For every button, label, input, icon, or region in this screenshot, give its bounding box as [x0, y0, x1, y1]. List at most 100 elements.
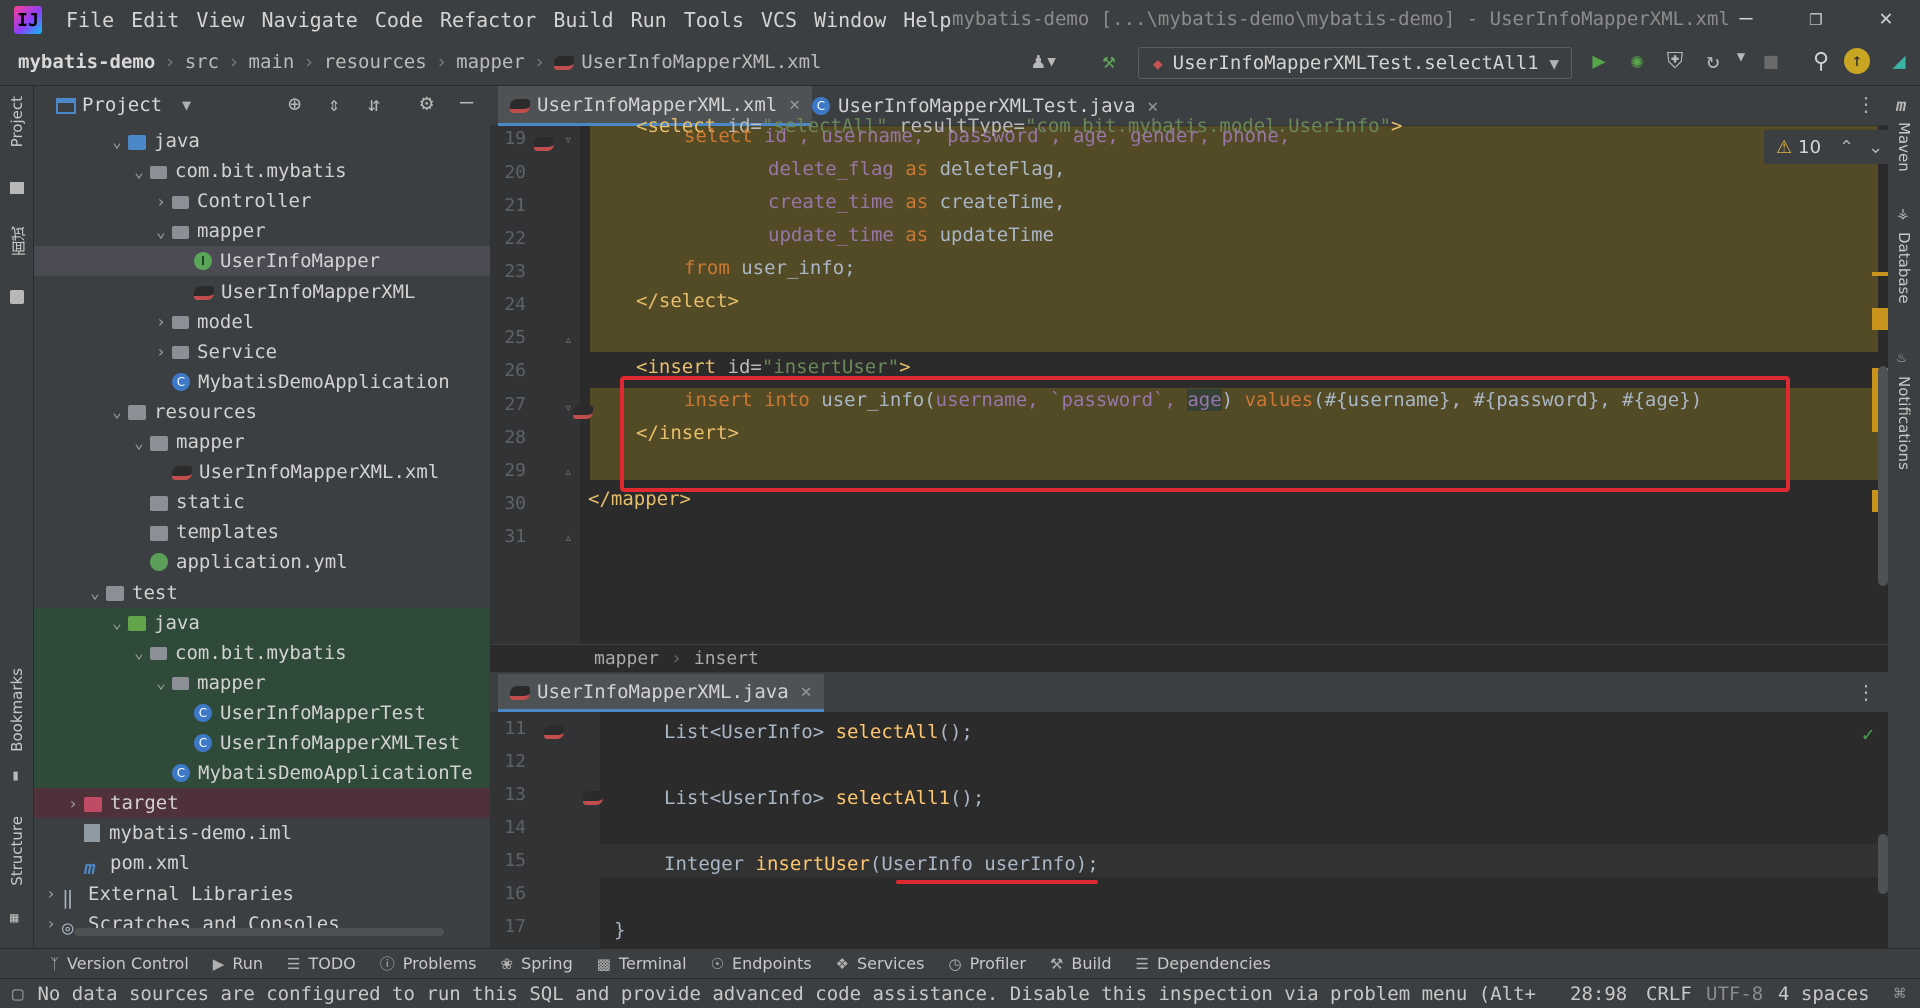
tree-item[interactable]: I UserInfoMapper — [34, 246, 490, 277]
run-icon[interactable]: ▶ — [1584, 49, 1614, 74]
code-line-11[interactable]: List<UserInfo> selectAll(); — [664, 716, 973, 749]
cn-tool-button[interactable]: 面试 — [8, 226, 29, 256]
debug-icon[interactable]: ✺ — [1622, 49, 1652, 74]
tool-build[interactable]: ⚒ Build — [1050, 954, 1112, 973]
close-tab-icon[interactable]: ✕ — [801, 681, 812, 702]
editor-scrollbar[interactable] — [1878, 834, 1888, 894]
tool-run[interactable]: ▶ Run — [213, 954, 263, 973]
previous-problem-icon[interactable]: ⌃ — [1839, 137, 1854, 158]
code-line-22[interactable]: create_time as createTime, — [768, 186, 1065, 219]
menu-help[interactable]: Help — [903, 8, 951, 32]
tool-version-control[interactable]: ᛉ Version Control — [50, 954, 189, 973]
code-line-24[interactable]: from user_info; — [684, 252, 856, 285]
chevron-right-icon[interactable]: › — [40, 884, 62, 903]
chevron-right-icon[interactable]: › — [62, 794, 84, 813]
database-tool-button[interactable]: Database — [1895, 232, 1913, 304]
tree-item[interactable]: ⌄ resources — [34, 397, 490, 427]
more-run-options-icon[interactable]: ▼ — [1726, 49, 1756, 65]
menu-navigate[interactable]: Navigate — [262, 8, 358, 32]
fold-icon[interactable]: ▵ — [564, 464, 572, 480]
tree-item[interactable]: ⌄ com.bit.mybatis — [34, 637, 490, 668]
tool-dependencies[interactable]: ☰ Dependencies — [1136, 954, 1271, 973]
code-line-23[interactable]: update_time as updateTime — [768, 219, 1054, 252]
breadcrumb-main[interactable]: main — [249, 51, 295, 73]
profile-icon[interactable]: ↻ — [1698, 49, 1728, 74]
tool-spring[interactable]: ❀ Spring — [501, 954, 573, 973]
tree-item[interactable]: application.yml — [34, 547, 490, 577]
code-line-15[interactable]: Integer insertUser(UserInfo userInfo); — [664, 848, 1099, 881]
status-panel-icon[interactable]: ▢ — [12, 983, 23, 1005]
tree-item[interactable]: ⌄ mapper — [34, 427, 490, 457]
tree-item[interactable]: m pom.xml — [34, 848, 490, 879]
tool-endpoints[interactable]: ☉ Endpoints — [711, 954, 812, 973]
more-options-icon[interactable]: ⋮ — [1856, 92, 1876, 116]
expand-all-icon[interactable]: ⇕ — [328, 92, 340, 116]
menu-refactor[interactable]: Refactor — [440, 8, 536, 32]
tab-userinfomapperxml-java[interactable]: UserInfoMapperXML.java ✕ — [498, 674, 824, 712]
jetbrains-ai-icon[interactable]: ◢ — [1884, 49, 1914, 74]
tree-item[interactable]: C MybatisDemoApplicationTe — [34, 758, 490, 789]
file-encoding[interactable]: UTF-8 — [1706, 983, 1763, 1005]
maven-tool-button[interactable]: Maven — [1895, 122, 1913, 172]
menu-view[interactable]: View — [196, 8, 244, 32]
tool-problems[interactable]: ⓘ Problems — [380, 953, 477, 974]
chevron-down-icon[interactable]: ⌄ — [106, 402, 128, 421]
menu-window[interactable]: Window — [814, 8, 886, 32]
user-icon[interactable]: ♟▾ — [1030, 49, 1060, 74]
close-window-icon[interactable]: ✕ — [1866, 6, 1906, 31]
coverage-icon[interactable]: ⛨ — [1660, 49, 1690, 74]
fold-icon[interactable]: ▿ — [564, 400, 572, 416]
bookmarks-tool-button[interactable]: Bookmarks — [8, 668, 26, 752]
menu-vcs[interactable]: VCS — [761, 8, 797, 32]
tool-terminal[interactable]: ▩ Terminal — [597, 954, 687, 973]
menu-code[interactable]: Code — [375, 8, 423, 32]
tree-item[interactable]: C UserInfoMapperXMLTest — [34, 728, 490, 758]
project-tool-button[interactable]: Project — [8, 96, 26, 147]
tree-item[interactable]: ⌄ mapper — [34, 667, 490, 698]
fold-icon[interactable]: ▵ — [564, 530, 572, 546]
locate-file-icon[interactable]: ⊕ — [288, 92, 301, 117]
code-line-13[interactable]: List<UserInfo> selectAll1(); — [664, 782, 984, 815]
run-configuration-select[interactable]: ◆ UserInfoMapperXMLTest.selectAll1 ▼ — [1138, 47, 1572, 79]
caret-position[interactable]: 28:98 — [1570, 983, 1627, 1005]
inspection-widget[interactable]: ⚠ 10 ⌃ ⌄ — [1764, 130, 1890, 164]
tree-item[interactable]: › Controller — [34, 186, 490, 216]
tree-item[interactable]: static — [34, 487, 490, 517]
tree-item[interactable]: › ‖ External Libraries — [34, 879, 490, 910]
menu-tools[interactable]: Tools — [684, 8, 744, 32]
breadcrumb-mapper[interactable]: mapper — [456, 51, 525, 73]
editor-scrollbar[interactable] — [1878, 366, 1888, 586]
chevron-down-icon[interactable]: ⌄ — [84, 583, 106, 602]
stop-icon[interactable]: ■ — [1756, 49, 1786, 74]
chevron-right-icon[interactable]: › — [150, 342, 172, 361]
collapse-all-icon[interactable]: ⇵ — [368, 92, 380, 116]
breadcrumb-file[interactable]: UserInfoMapperXML.xml — [581, 51, 821, 73]
mybatis-navigate-icon[interactable] — [573, 405, 594, 419]
tree-item[interactable]: UserInfoMapperXML — [34, 277, 490, 307]
chevron-down-icon[interactable]: ⌄ — [106, 132, 128, 151]
chevron-down-icon[interactable]: ⌄ — [106, 613, 128, 632]
tree-item[interactable]: C UserInfoMapperTest — [34, 697, 490, 728]
line-separator[interactable]: CRLF — [1646, 983, 1692, 1005]
project-panel-title[interactable]: Project — [82, 94, 162, 116]
tree-item[interactable]: › Service — [34, 337, 490, 367]
fold-icon[interactable]: ▿ — [564, 132, 572, 148]
indent-setting[interactable]: 4 spaces — [1778, 983, 1870, 1005]
chevron-down-icon[interactable]: ⌄ — [150, 222, 172, 241]
tree-item[interactable]: ⌄ test — [34, 578, 490, 608]
more-options-icon[interactable]: ⋮ — [1856, 680, 1876, 704]
tree-item[interactable]: UserInfoMapperXML.xml — [34, 457, 490, 487]
tree-item[interactable]: ⌄ mapper — [34, 216, 490, 246]
intellij-logo-icon[interactable]: IJ — [14, 6, 42, 34]
restore-icon[interactable]: ❐ — [1796, 6, 1836, 31]
chevron-down-icon[interactable]: ⌄ — [128, 433, 150, 452]
structure-tool-button[interactable]: Structure — [8, 816, 26, 886]
build-hammer-icon[interactable]: ⚒ — [1094, 49, 1124, 74]
menu-edit[interactable]: Edit — [131, 8, 179, 32]
chevron-down-icon[interactable]: ⌄ — [128, 162, 150, 181]
code-line-21[interactable]: delete_flag as deleteFlag, — [768, 153, 1065, 186]
warning-marker[interactable] — [1872, 272, 1888, 276]
tree-item[interactable]: ⌄ java — [34, 607, 490, 638]
tool-services[interactable]: ❖ Services — [836, 954, 925, 973]
notifications-tool-button[interactable]: Notifications — [1895, 376, 1913, 470]
